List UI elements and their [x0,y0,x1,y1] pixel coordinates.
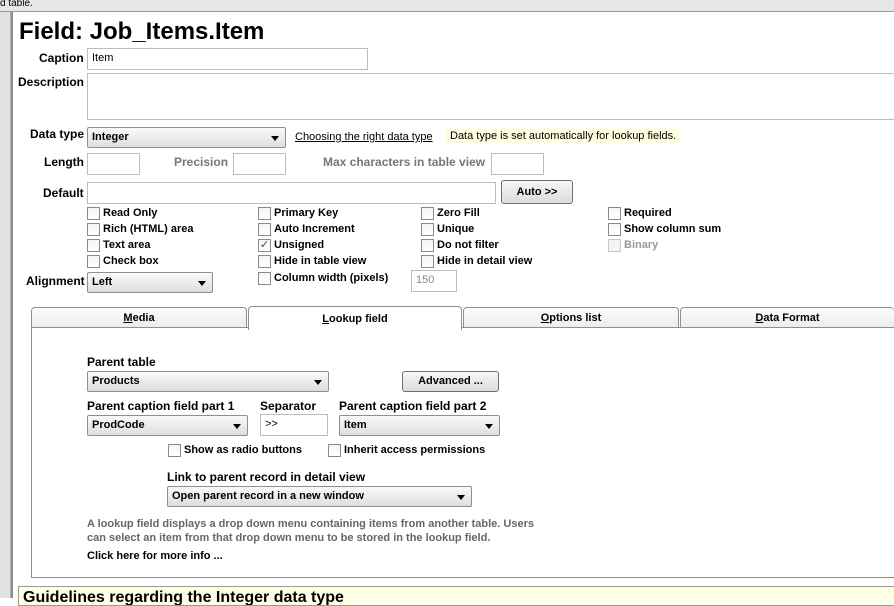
read-only-label: Read Only [103,207,158,219]
tab-lookup-field[interactable]: Lookup field [248,306,462,330]
alignment-label: Alignment [26,274,85,288]
data-type-label: Data type [30,127,85,141]
unsigned-label: Unsigned [274,239,325,251]
caption-part1-label: Parent caption field part 1 [87,399,235,413]
hide-in-detail-view-checkbox[interactable] [421,255,434,268]
data-type-value: Integer [92,131,129,143]
auto-increment-checkbox[interactable] [258,223,271,236]
chevron-down-icon [314,380,322,385]
caption-part2-value: Item [344,419,367,431]
length-input[interactable] [87,153,140,175]
hide-in-detail-view-label: Hide in detail view [437,255,533,267]
caption-input[interactable]: Item [87,48,368,70]
chevron-down-icon [198,281,206,286]
required-checkbox[interactable] [608,207,621,220]
length-label: Length [44,155,84,169]
inherit-permissions-label: Inherit access permissions [344,444,486,456]
text-area-label: Text area [103,239,151,251]
chevron-down-icon [271,136,279,141]
check-box-label: Check box [103,255,159,267]
data-type-select[interactable]: Integer [87,127,286,148]
top-strip: d table. [0,0,894,12]
unsigned-checkbox[interactable]: ✓ [258,239,271,252]
precision-input[interactable] [233,153,286,175]
top-strip-text: d table. [0,0,33,9]
data-type-note: Data type is set automatically for looku… [446,129,681,143]
lookup-help-line1: A lookup field displays a drop down menu… [87,518,534,530]
column-width-checkbox[interactable] [258,272,271,285]
page-title: Field: Job_Items.Item [19,18,265,45]
show-column-sum-checkbox[interactable] [608,223,621,236]
required-label: Required [624,207,672,219]
link-parent-label: Link to parent record in detail view [167,470,366,484]
do-not-filter-label: Do not filter [437,239,499,251]
caption-label: Caption [39,51,84,65]
primary-key-checkbox[interactable] [258,207,271,220]
link-parent-value: Open parent record in a new window [172,490,364,502]
column-width-input[interactable]: 150 [411,270,457,292]
binary-label: Binary [624,239,659,251]
check-box-checkbox[interactable] [87,255,100,268]
default-label: Default [43,186,84,200]
binary-checkbox [608,239,621,252]
description-textarea[interactable] [87,73,894,120]
chevron-down-icon [457,495,465,500]
auto-button[interactable]: Auto >> [501,180,573,204]
chevron-down-icon [233,424,241,429]
do-not-filter-checkbox[interactable] [421,239,434,252]
zero-fill-label: Zero Fill [437,207,480,219]
tab-options-list[interactable]: Options list [463,307,679,328]
unique-checkbox[interactable] [421,223,434,236]
link-parent-select[interactable]: Open parent record in a new window [167,486,472,507]
parent-table-select[interactable]: Products [87,371,329,392]
rich-html-checkbox[interactable] [87,223,100,236]
tab-data-format[interactable]: Data Format [680,307,894,328]
advanced-button[interactable]: Advanced ... [402,371,499,392]
auto-increment-label: Auto Increment [274,223,355,235]
caption-part2-select[interactable]: Item [339,415,500,436]
caption-part1-value: ProdCode [92,419,145,431]
lookup-help-line2: can select an item from that drop down m… [87,532,491,544]
read-only-checkbox[interactable] [87,207,100,220]
caption-part1-select[interactable]: ProdCode [87,415,248,436]
inherit-permissions-checkbox[interactable] [328,444,341,457]
hide-in-table-view-checkbox[interactable] [258,255,271,268]
radio-buttons-checkbox[interactable] [168,444,181,457]
separator-input[interactable]: >> [260,414,328,436]
left-frame [11,12,13,598]
text-area-checkbox[interactable] [87,239,100,252]
data-type-help-link[interactable]: Choosing the right data type [295,131,433,143]
zero-fill-checkbox[interactable] [421,207,434,220]
caption-part2-label: Parent caption field part 2 [339,399,487,413]
alignment-select[interactable]: Left [87,272,213,293]
separator-label: Separator [260,399,317,413]
parent-table-label: Parent table [87,355,156,369]
tab-media[interactable]: Media [31,307,247,328]
chevron-down-icon [485,424,493,429]
description-label: Description [18,75,85,89]
max-chars-label: Max characters in table view [323,155,486,169]
rich-html-label: Rich (HTML) area [103,223,194,235]
primary-key-label: Primary Key [274,207,339,219]
default-input[interactable] [87,182,496,204]
max-chars-input[interactable] [491,153,544,175]
guidelines-box: Guidelines regarding the Integer data ty… [18,586,894,606]
precision-label: Precision [174,155,229,169]
radio-buttons-label: Show as radio buttons [184,444,302,456]
left-rail [0,12,11,598]
show-column-sum-label: Show column sum [624,223,722,235]
hide-in-table-view-label: Hide in table view [274,255,367,267]
alignment-value: Left [92,276,113,288]
more-info-link[interactable]: Click here for more info ... [87,550,223,562]
parent-table-value: Products [92,375,140,387]
column-width-label: Column width (pixels) [274,272,389,284]
unique-label: Unique [437,223,475,235]
